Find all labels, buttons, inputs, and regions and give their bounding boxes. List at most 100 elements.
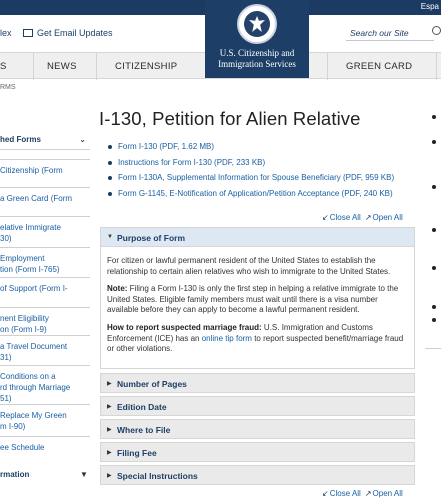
accordion-section[interactable]: ▶ Special Instructions (100, 465, 415, 485)
email-updates-link[interactable]: Get Email Updates (23, 28, 113, 38)
email-updates-label: Get Email Updates (37, 28, 113, 38)
sidebar-link-line: ee Schedule (0, 443, 45, 452)
search-icon[interactable] (432, 26, 441, 35)
right-rail-bullet (432, 185, 436, 189)
sidebar-link[interactable]: a Travel Document 31) (0, 341, 88, 363)
nav-item-topics[interactable]: S (0, 61, 7, 72)
sidebar-link-line: 31) (0, 353, 12, 362)
email-icon (23, 29, 33, 37)
sidebar-link-line: of Support (Form I- (0, 284, 68, 293)
sidebar-link[interactable]: a Green Card (Form (0, 193, 88, 204)
sidebar-link-line: on (Form I-9) (0, 325, 47, 334)
document-link[interactable]: Instructions for Form I-130 (PDF, 233 KB… (108, 158, 394, 174)
sidebar-link[interactable]: Replace My Green m I-90) (0, 410, 88, 432)
caret-right-icon: ▶ (107, 473, 112, 479)
accordion-section-label: Edition Date (117, 402, 167, 412)
nav-item-citizenship[interactable]: CITIZENSHIP (115, 61, 177, 72)
sidebar-link[interactable]: ee Schedule (0, 442, 88, 453)
right-rail-bullet (432, 228, 436, 232)
right-rail-bullet (432, 318, 436, 322)
caret-right-icon: ▶ (107, 450, 112, 456)
document-link[interactable]: Form I-130A, Supplemental Information fo… (108, 173, 394, 189)
collapse-icon: ↙ (322, 213, 329, 222)
sidebar-divider (0, 307, 90, 308)
sidebar-link-line: Employment (0, 254, 45, 263)
agency-name: U.S. Citizenship and Immigration Service… (218, 48, 296, 69)
chevron-down-icon: ⌄ (79, 135, 86, 144)
right-rail-divider (425, 348, 441, 349)
sidebar-link-line: nent Eligibility (0, 314, 49, 323)
nav-item-news[interactable]: NEWS (47, 61, 77, 72)
sidebar-link-line: a Travel Document (0, 342, 68, 351)
sidebar-divider (0, 436, 90, 437)
sidebar-link-line: 30) (0, 234, 12, 243)
expand-icon: ↗ (364, 489, 372, 498)
sidebar-link[interactable]: Employment tion (Form I-765) (0, 253, 88, 275)
right-rail-bullet (432, 140, 436, 144)
chevron-down-icon: ▼ (80, 470, 88, 479)
sidebar-link[interactable]: elative Immigrate 30) (0, 222, 88, 244)
sidebar-divider (0, 404, 90, 405)
open-all-button[interactable]: ↗ Open All (365, 213, 403, 222)
note-paragraph: Note: Filing a Form I-130 is only the fi… (107, 284, 399, 315)
expand-icon: ↗ (364, 213, 372, 222)
close-all-button[interactable]: ↙ Close All (322, 213, 361, 222)
sidebar-link[interactable]: of Support (Form I- (0, 283, 88, 294)
accordion-section-label: Filing Fee (117, 448, 157, 458)
right-rail-bullet (432, 115, 436, 119)
sidebar-link-line: m I-90) (0, 422, 26, 431)
fraud-paragraph: How to report suspected marriage fraud: … (107, 322, 404, 354)
caret-down-icon: ▼ (107, 234, 113, 240)
sidebar-link-line: Replace My Green (0, 411, 67, 420)
caret-right-icon: ▶ (107, 404, 112, 410)
sidebar-link-line: Citizenship (Form (0, 166, 63, 175)
sidebar-link-line: tion (Form I-765) (0, 265, 60, 274)
page-title: I-130, Petition for Alien Relative (99, 108, 361, 129)
sidebar-link-line: Conditions on a (0, 372, 56, 381)
sidebar-link[interactable]: Citizenship (Form (0, 165, 88, 176)
accordion-section-label: Special Instructions (117, 471, 198, 481)
sidebar-divider (0, 365, 90, 366)
accordion-section-label: Where to File (117, 425, 171, 435)
sidebar-link[interactable]: Conditions on a rd through Marriage 51) (0, 371, 88, 404)
accordion-purpose-of-form[interactable]: ▼ Purpose of Form (100, 227, 415, 247)
sidebar-more-information[interactable]: rmation ▼ (0, 470, 92, 479)
right-rail-bullet (432, 266, 436, 270)
accordion-section[interactable]: ▶ Where to File (100, 419, 415, 439)
accordion-section[interactable]: ▶ Filing Fee (100, 442, 415, 462)
open-all-button[interactable]: ↗ Open All (365, 489, 403, 498)
sidebar-link-line: elative Immigrate (0, 223, 61, 232)
document-link[interactable]: Form I-130 (PDF, 1.62 MB) (108, 142, 394, 158)
accordion-section[interactable]: ▶ Edition Date (100, 396, 415, 416)
sidebar-link-line: 51) (0, 394, 12, 403)
sidebar-link-line: a Green Card (Form (0, 194, 73, 203)
search-input[interactable]: Search our Site (346, 25, 434, 41)
sidebar-divider (0, 216, 90, 217)
purpose-panel: For citizen or lawful permanent resident… (100, 247, 415, 369)
sidebar-divider (0, 277, 90, 278)
accordion-controls: ↙ Close All ↗ Open All (322, 213, 403, 222)
breadcrumb[interactable]: RMS (0, 84, 16, 91)
accordion-section-label: Number of Pages (117, 379, 187, 389)
right-rail-bullet (432, 305, 436, 309)
sidebar-link[interactable]: nent Eligibility on (Form I-9) (0, 313, 88, 335)
nav-item-green-card[interactable]: GREEN CARD (346, 61, 412, 72)
a-z-index-link[interactable]: lex (0, 28, 12, 38)
collapse-icon: ↙ (322, 489, 329, 498)
language-link[interactable]: Espa (421, 2, 439, 11)
uscis-logo[interactable]: U.S. Citizenship and Immigration Service… (205, 0, 309, 78)
sidebar-divider (0, 247, 90, 248)
caret-right-icon: ▶ (107, 427, 112, 433)
sidebar-link-line: rd through Marriage (0, 383, 71, 392)
sidebar-divider (0, 335, 90, 336)
sidebar-divider (0, 187, 90, 188)
sidebar-heading[interactable]: hed Forms ⌄ (0, 135, 90, 144)
document-link[interactable]: Form G-1145, E-Notification of Applicati… (108, 189, 394, 205)
accordion-section[interactable]: ▶ Number of Pages (100, 373, 415, 393)
online-tip-form-link[interactable]: online tip form (202, 334, 252, 343)
form-document-list: Form I-130 (PDF, 1.62 MB) Instructions f… (108, 142, 394, 204)
accordion-controls-bottom: ↙ Close All ↗ Open All (322, 489, 403, 498)
dhs-seal-icon (237, 4, 277, 44)
close-all-button[interactable]: ↙ Close All (322, 489, 361, 498)
caret-right-icon: ▶ (107, 381, 112, 387)
